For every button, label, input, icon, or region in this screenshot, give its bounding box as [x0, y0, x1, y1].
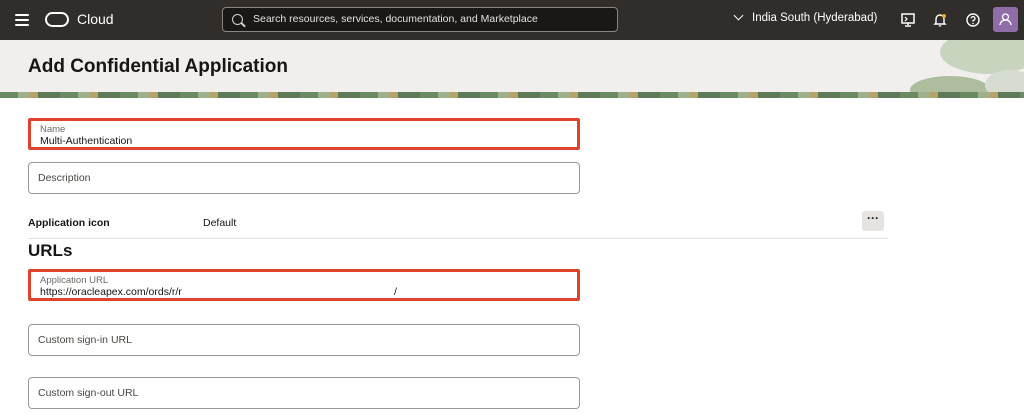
top-navigation-bar: Cloud Search resources, services, docume… [0, 0, 1024, 40]
avatar[interactable] [993, 7, 1018, 32]
application-url-value: https://oracleapex.com/ords/r/r [40, 286, 182, 298]
custom-sign-out-url-placeholder: Custom sign-out URL [38, 387, 139, 399]
search-icon [232, 14, 243, 25]
name-field-value: Multi-Authentication [40, 135, 133, 147]
cloud-shell-icon[interactable] [900, 12, 916, 28]
page-header-banner: Add Confidential Application [0, 40, 1024, 98]
decorative-leaf-pattern [910, 40, 1024, 98]
search-placeholder: Search resources, services, documentatio… [253, 13, 538, 25]
user-icon [999, 13, 1012, 26]
notification-bell-icon[interactable] [932, 12, 948, 28]
application-url-field[interactable]: Application URL https://oracleapex.com/o… [28, 269, 580, 301]
more-actions-button[interactable]: ··· [862, 211, 884, 231]
page-title: Add Confidential Application [28, 56, 288, 77]
application-url-suffix: / [394, 286, 397, 298]
chevron-down-icon [733, 10, 744, 21]
name-field[interactable]: Name Multi-Authentication [28, 118, 580, 150]
application-url-label: Application URL [40, 275, 109, 286]
region-label: India South (Hyderabad) [752, 12, 878, 24]
region-selector[interactable]: India South (Hyderabad) [733, 10, 878, 24]
name-field-label: Name [40, 124, 66, 135]
help-icon[interactable] [965, 12, 981, 28]
divider [28, 238, 888, 239]
custom-sign-in-url-placeholder: Custom sign-in URL [38, 334, 132, 346]
menu-icon[interactable] [15, 14, 29, 26]
search-input[interactable]: Search resources, services, documentatio… [222, 7, 618, 32]
custom-sign-out-url-field[interactable]: Custom sign-out URL [28, 377, 580, 409]
description-placeholder: Description [38, 172, 91, 184]
application-icon-label: Application icon [28, 217, 110, 229]
urls-section-title: URLs [28, 241, 73, 260]
oracle-logo-icon[interactable] [45, 12, 69, 27]
decorative-strip [0, 92, 1024, 98]
description-field[interactable]: Description [28, 162, 580, 194]
brand-label[interactable]: Cloud [77, 11, 114, 27]
custom-sign-in-url-field[interactable]: Custom sign-in URL [28, 324, 580, 356]
application-icon-value: Default [203, 217, 237, 229]
